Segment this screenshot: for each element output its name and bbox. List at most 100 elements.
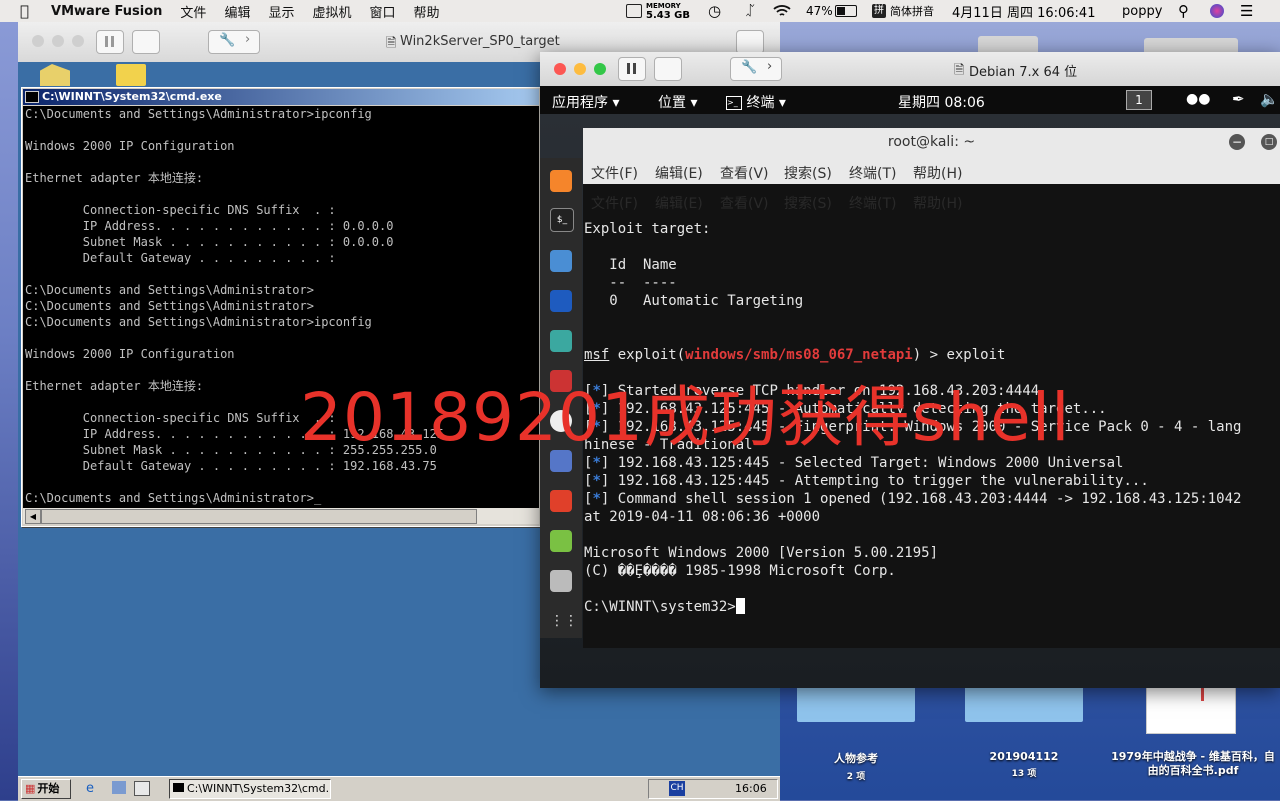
pause-icon[interactable] <box>96 30 124 54</box>
terminal-app-menu[interactable]: >_ 终端 ▾ <box>726 92 786 112</box>
siri-icon[interactable] <box>1210 0 1224 22</box>
term-menu-search[interactable]: 搜索(S) <box>784 163 832 183</box>
menu-help[interactable]: 帮助 <box>414 2 440 21</box>
cmd-line <box>23 474 539 490</box>
term-menu-help[interactable]: 帮助(H) <box>913 163 962 183</box>
terminal-dock-icon[interactable]: $_ <box>550 208 574 232</box>
pdf-thumbnail-icon[interactable] <box>1146 682 1236 734</box>
ghost-menu-item: 帮助(H) <box>913 196 963 212</box>
menu-window[interactable]: 窗口 <box>369 2 395 21</box>
cmd-line: Windows 2000 IP Configuration <box>25 139 235 153</box>
vmware-titlebar-debian[interactable]: 🔧 › 🗎 Debian 7.x 64 位 <box>540 52 1280 87</box>
scroll-left-arrow-icon[interactable]: ◀ <box>25 509 41 524</box>
taskbar-cmd-button[interactable]: C:\WINNT\System32\cmd... <box>169 779 331 799</box>
term-menu-terminal[interactable]: 终端(T) <box>849 163 896 183</box>
firefox-icon[interactable] <box>550 170 572 192</box>
terminal-menubar: 文件(F) 编辑(E) 查看(V) 搜索(S) 终端(T) 帮助(H) <box>583 158 1280 184</box>
term-menu-edit[interactable]: 编辑(E) <box>655 163 703 183</box>
notes-icon[interactable] <box>550 530 572 552</box>
folder-icon[interactable] <box>116 64 146 86</box>
settings-wrench-icon[interactable]: 🔧 › <box>730 57 782 81</box>
zoom-button[interactable] <box>594 63 606 75</box>
pause-icon[interactable] <box>618 57 646 81</box>
snapshot-icon[interactable] <box>132 30 160 54</box>
spotlight-search-icon[interactable]: ⚲ <box>1178 0 1189 22</box>
cmd-line <box>23 122 539 138</box>
desktop-item-label: 人物参考 <box>834 752 878 765</box>
system-tray: CH 16:06 <box>648 779 778 799</box>
scroll-thumb[interactable] <box>41 509 477 524</box>
screenshot-icon[interactable] <box>550 570 572 592</box>
apple-icon[interactable]:  <box>20 2 29 20</box>
desktop-folder-icon[interactable] <box>965 682 1083 722</box>
overlay-caption: 20189201成功获得shell <box>300 379 1071 456</box>
close-button[interactable] <box>32 35 44 47</box>
zoom-button[interactable] <box>72 35 84 47</box>
desktop-item[interactable]: 201904112 13 项 <box>958 750 1090 779</box>
minimize-icon[interactable]: − <box>1229 134 1245 150</box>
pen-icon[interactable]: ✒ <box>1232 90 1245 108</box>
cmd-icon <box>173 783 184 792</box>
ghost-menu-item: 文件(F) <box>591 196 638 212</box>
files-icon[interactable] <box>550 250 572 272</box>
term-menu-view[interactable]: 查看(V) <box>720 163 769 183</box>
user-menu[interactable]: poppy <box>1122 0 1162 22</box>
term-menu-file[interactable]: 文件(F) <box>591 163 638 183</box>
minimize-button[interactable] <box>574 63 586 75</box>
terminal-line: 0 Automatic Targeting <box>584 293 804 309</box>
window-title: Win2kServer_SP0_target <box>400 34 560 49</box>
users-icon[interactable]: ●● <box>1186 91 1210 107</box>
metasploit-icon[interactable] <box>550 290 572 312</box>
terminal-titlebar[interactable]: root@kali: ~ − □ <box>583 128 1280 158</box>
wifi-icon[interactable] <box>772 0 792 22</box>
terminal-line: at 2019-04-11 08:06:36 +0000 <box>584 509 821 525</box>
cmd-horizontal-scrollbar[interactable]: ◀ <box>23 508 539 524</box>
notification-center-icon[interactable]: ☰ <box>1240 0 1253 22</box>
places-menu[interactable]: 位置 ▾ <box>658 92 697 112</box>
battery-percent[interactable]: 47% <box>806 0 833 22</box>
workspace-indicator[interactable]: 1 <box>1126 90 1152 110</box>
input-method[interactable]: 拼 简体拼音 <box>872 0 934 22</box>
time-machine-icon[interactable]: ◷ <box>708 0 721 22</box>
ghost-menu-item: 编辑(E) <box>655 196 703 212</box>
tray-clock: 16:06 <box>735 782 767 795</box>
armitage-icon[interactable] <box>550 330 572 352</box>
menu-vm[interactable]: 虚拟机 <box>312 2 351 21</box>
menubar-clock[interactable]: 4月11日 周四 16:06:41 <box>952 0 1095 22</box>
cmd-line: C:\Documents and Settings\Administrator>… <box>25 107 372 121</box>
gnome-clock[interactable]: 星期四 08:06 <box>898 92 985 112</box>
fullscreen-icon[interactable] <box>736 30 764 54</box>
menu-edit[interactable]: 编辑 <box>224 2 250 21</box>
battery-icon[interactable] <box>835 0 857 22</box>
tray-ime[interactable]: CH <box>669 781 685 796</box>
ie-icon[interactable]: e <box>86 781 94 796</box>
cmd-line: Windows 2000 IP Configuration <box>25 347 235 361</box>
start-button[interactable]: ▦ 开始 <box>21 779 71 799</box>
close-button[interactable] <box>554 63 566 75</box>
desktop-folder-icon[interactable] <box>797 682 915 722</box>
app-menu[interactable]: VMware Fusion <box>51 4 162 19</box>
desktop-item[interactable]: 人物参考 2 项 <box>790 750 922 782</box>
menu-file[interactable]: 文件 <box>180 2 206 21</box>
status-marker: [*] <box>584 491 610 507</box>
window-title: Debian 7.x 64 位 <box>969 65 1078 80</box>
cmd-titlebar[interactable]: C:\WINNT\System32\cmd.exe <box>23 89 539 105</box>
menu-view[interactable]: 显示 <box>268 2 294 21</box>
faraday-icon[interactable] <box>550 490 572 512</box>
applications-menu[interactable]: 应用程序 ▾ <box>552 92 619 112</box>
snapshot-icon[interactable] <box>654 57 682 81</box>
explorer-icon[interactable] <box>112 781 126 794</box>
settings-wrench-icon[interactable]: 🔧 › <box>208 30 260 54</box>
input-method-icon: 拼 <box>872 4 886 18</box>
minimize-button[interactable] <box>52 35 64 47</box>
desktop-icon[interactable] <box>134 781 150 796</box>
memory-status[interactable]: MEMORY 5.43 GB <box>626 0 690 22</box>
volume-icon[interactable]: 🔈 <box>1260 90 1279 108</box>
show-apps-grid-icon[interactable]: ⋮⋮⋮ <box>550 610 592 632</box>
maximize-icon[interactable]: □ <box>1261 134 1277 150</box>
bluetooth-icon[interactable]: ᛢ <box>746 0 754 22</box>
desktop-item[interactable]: 1979年中越战争 - 维基百科，自由的百科全书.pdf <box>1108 750 1278 778</box>
places-label: 位置 <box>658 95 686 111</box>
